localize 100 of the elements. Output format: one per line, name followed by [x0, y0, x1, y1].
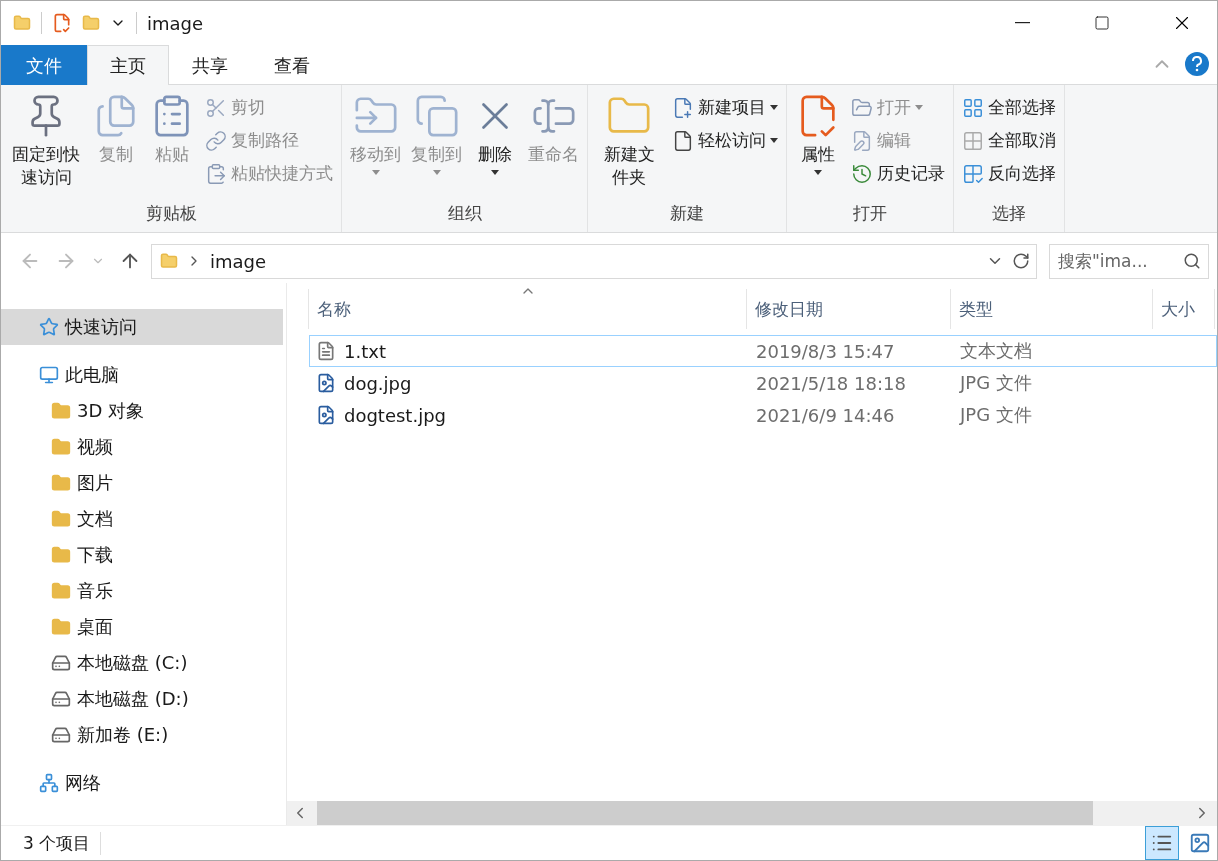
drive-icon [51, 653, 71, 673]
link-icon [205, 129, 227, 152]
column-header[interactable]: 类型 [951, 289, 1153, 329]
file-name: dogtest.jpg [344, 404, 446, 426]
nav-label: 音乐 [77, 579, 113, 603]
help-button[interactable] [1185, 52, 1209, 76]
monitor-icon [39, 365, 59, 385]
file-plus-icon [672, 96, 694, 119]
nav-label: 图片 [77, 471, 113, 495]
modified-cell-text: 2019/8/3 15:47 [755, 340, 896, 362]
group-label: 新建 [669, 202, 705, 225]
modified-cell-text: 2021/6/9 14:46 [755, 404, 896, 426]
group-label: 组织 [446, 202, 483, 225]
copy-icon [413, 93, 460, 139]
group-label: 选择 [991, 202, 1027, 225]
ribbon-button[interactable]: 属性 [791, 89, 845, 198]
folder-icon[interactable] [82, 14, 100, 32]
nav-item[interactable]: 桌面 [1, 609, 283, 645]
ribbon-button[interactable]: 删除 [468, 89, 522, 198]
search-field[interactable]: 搜索"ima... [1049, 243, 1209, 279]
nav-item[interactable]: 快速访问 [1, 309, 283, 345]
folder-icon [51, 401, 71, 421]
file-icon [672, 129, 694, 152]
file-pen-icon [851, 129, 873, 152]
ribbon-tab[interactable]: 共享 [169, 45, 251, 85]
file-name: 1.txt [344, 340, 386, 362]
file-row[interactable]: dog.jpg 2021/5/18 18:18 JPG 文件 [309, 367, 1217, 399]
nav-item[interactable]: 图片 [1, 465, 283, 501]
drive-icon [51, 689, 71, 709]
ribbon-button[interactable]: 固定到快速访问 [5, 89, 87, 198]
folder-icon [160, 252, 178, 270]
nav-label: 文档 [77, 507, 113, 531]
column-header[interactable]: 名称 [309, 289, 747, 329]
star-icon [39, 317, 59, 337]
group-label: 打开 [852, 202, 888, 225]
folder-icon [51, 437, 71, 457]
ribbon-tab[interactable]: 文件 [1, 45, 87, 85]
drive-icon [51, 725, 71, 745]
clipboard-arrow-icon [205, 162, 227, 185]
path-text: image [210, 250, 268, 272]
address-field[interactable]: image [151, 243, 1037, 279]
horizontal-scrollbar[interactable] [287, 801, 1217, 825]
ribbon-button[interactable]: 轻松访问 [668, 124, 782, 157]
nav-item[interactable]: 下载 [1, 537, 283, 573]
nav-item[interactable]: 此电脑 [1, 357, 283, 393]
nav-item[interactable]: 音乐 [1, 573, 283, 609]
column-header[interactable]: 修改日期 [747, 289, 951, 329]
file-row[interactable]: dogtest.jpg 2021/6/9 14:46 JPG 文件 [309, 399, 1217, 431]
modified-cell-text: 2021/5/18 18:18 [755, 372, 907, 394]
folder-icon [51, 473, 71, 493]
refresh-icon[interactable] [1012, 252, 1030, 270]
history-icon [851, 162, 873, 185]
nav-label: 本地磁盘 (C:) [77, 651, 188, 675]
question-mark-icon [1191, 56, 1203, 72]
file-check-icon[interactable] [52, 13, 72, 33]
text-file-icon [316, 341, 336, 361]
nav-item[interactable]: 3D 对象 [1, 393, 283, 429]
nav-item[interactable]: 文档 [1, 501, 283, 537]
ribbon-button[interactable]: 全部选择 [958, 91, 1060, 124]
column-header[interactable]: 大小 [1153, 289, 1215, 329]
grid-check-icon [962, 162, 984, 185]
ribbon-button[interactable]: 新建项目 [668, 91, 782, 124]
nav-item[interactable]: 网络 [1, 765, 283, 801]
image-file-icon [316, 373, 336, 393]
type-cell-text: JPG 文件 [958, 371, 1033, 395]
folder-icon [51, 617, 71, 637]
nav-item[interactable]: 视频 [1, 429, 283, 465]
grid-icon [962, 96, 984, 119]
maximize-icon [1094, 15, 1110, 31]
group-label: 剪贴板 [144, 202, 198, 225]
picture-icon [1189, 832, 1211, 854]
type-cell-text: 文本文档 [959, 339, 1033, 363]
nav-label: 此电脑 [65, 363, 119, 387]
grid-icon [962, 129, 984, 152]
scissors-icon [205, 96, 227, 119]
nav-item[interactable]: 新加卷 (E:) [1, 717, 283, 753]
folder-icon [51, 509, 71, 529]
item-count: 3 个项目 [23, 831, 102, 855]
folder-icon [51, 581, 71, 601]
nav-label: 下载 [77, 543, 113, 567]
search-icon [1183, 251, 1201, 270]
ribbon-tab[interactable]: 查看 [251, 45, 333, 85]
folder-icon [51, 545, 71, 565]
minimize-icon [1014, 22, 1030, 24]
ribbon-button[interactable]: 反向选择 [958, 157, 1060, 190]
nav-item[interactable]: 本地磁盘 (C:) [1, 645, 283, 681]
ribbon-tab[interactable]: 主页 [87, 45, 169, 85]
details-view-button[interactable] [1145, 826, 1179, 860]
nav-label: 桌面 [77, 615, 113, 639]
ribbon-button[interactable]: 新建文件夹 [592, 89, 666, 198]
scrollbar-thumb[interactable] [317, 801, 1093, 825]
file-row[interactable]: 1.txt 2019/8/3 15:47 文本文档 [309, 335, 1217, 367]
ribbon-button[interactable]: 全部取消 [958, 124, 1060, 157]
window-title: image [147, 12, 205, 34]
ribbon-button[interactable]: 历史记录 [847, 157, 949, 190]
network-icon [39, 773, 59, 793]
nav-label: 视频 [77, 435, 113, 459]
nav-item[interactable]: 本地磁盘 (D:) [1, 681, 283, 717]
folder-icon [13, 14, 31, 32]
nav-label: 网络 [65, 771, 101, 795]
